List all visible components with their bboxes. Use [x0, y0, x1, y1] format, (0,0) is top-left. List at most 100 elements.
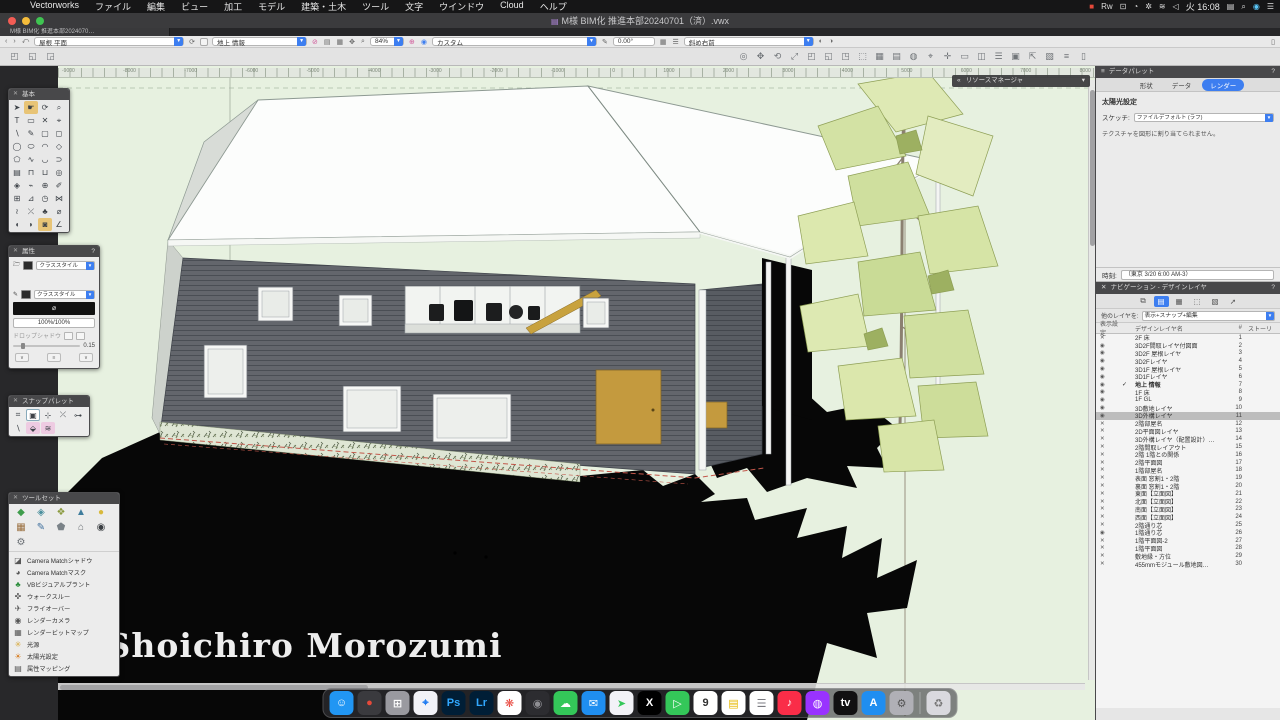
snap-icon[interactable]: ≋ — [41, 422, 55, 434]
visibility-icon[interactable]: ✕ — [1100, 499, 1122, 505]
snap-icon[interactable]: ▣ — [26, 409, 40, 421]
mode-icon[interactable]: ✥ — [754, 51, 767, 62]
close-icon[interactable]: ✕ — [13, 89, 18, 100]
standard-view-dropdown[interactable]: 斜め右前▼ — [684, 37, 814, 46]
menu-item[interactable]: ビュー — [173, 0, 216, 13]
snap-icon[interactable]: ⊹ — [41, 409, 55, 421]
mode-icon[interactable]: ◫ — [975, 51, 988, 62]
control-center-icon[interactable]: ☰ — [1267, 2, 1274, 12]
tool-icon[interactable]: ⤫ — [24, 205, 38, 218]
mode-icon[interactable]: ⇱ — [1026, 51, 1039, 62]
help-icon[interactable]: ? — [1271, 66, 1275, 78]
mode-icon[interactable]: ◍ — [907, 51, 920, 62]
visibility-icon[interactable]: ✕ — [1100, 444, 1122, 450]
visibility-icon[interactable]: ✕ — [1100, 428, 1122, 434]
zoom-level-field[interactable]: 84%▼ — [370, 37, 404, 46]
nav-tab-icon[interactable]: ▧ — [1208, 296, 1223, 307]
mode-icon[interactable]: ◲ — [44, 51, 57, 62]
tool-icon[interactable]: ◙ — [38, 218, 52, 231]
mode-icon[interactable]: ◰ — [805, 51, 818, 62]
tool-icon[interactable]: ∖ — [10, 127, 24, 140]
visibility-icon[interactable]: ✕ — [1100, 538, 1122, 544]
mode-icon[interactable]: ◱ — [26, 51, 39, 62]
visibility-icon[interactable]: ◉ — [1100, 366, 1122, 372]
toolset-category-icon[interactable]: ⬟ — [51, 520, 71, 535]
tool-icon[interactable]: ≀ — [10, 205, 24, 218]
tool-icon[interactable]: ⌕ — [52, 101, 66, 114]
rotate-icon[interactable]: ✎ — [601, 38, 609, 46]
nav-tab-icon[interactable]: ▤ — [1154, 296, 1169, 307]
fill-bucket-icon[interactable]: 🗁 — [13, 260, 20, 270]
visibility-icon[interactable]: ✕ — [1100, 436, 1122, 442]
mode-icon[interactable]: ▤ — [890, 51, 903, 62]
undo-view-icon[interactable]: ⤺ — [21, 38, 30, 46]
visibility-icon[interactable]: ✕ — [1100, 491, 1122, 497]
toolset-category-icon[interactable]: ◈ — [31, 505, 51, 520]
menu-item[interactable]: ヘルプ — [532, 0, 575, 13]
visibility-icon[interactable]: ◉ — [1100, 413, 1122, 419]
time-machine-icon[interactable]: ◔ — [1133, 2, 1138, 11]
photos[interactable]: ❋ — [498, 691, 522, 715]
palette-header[interactable]: ✕ 基本 — [9, 89, 69, 100]
toolset-category-icon[interactable]: ▲ — [71, 505, 91, 520]
settings[interactable]: ⚙ — [890, 691, 914, 715]
tool-icon[interactable]: ⊃ — [52, 153, 66, 166]
mode-icon[interactable]: ▣ — [1009, 51, 1022, 62]
finder[interactable]: ☺ — [330, 691, 354, 715]
toolset-item[interactable]: ✜ ウォークスルー — [9, 590, 119, 602]
layers-icon[interactable]: ▤ — [323, 38, 332, 46]
tool-icon[interactable]: ⊞ — [10, 192, 24, 205]
toolset-item[interactable]: ♣ VBビジュアルプラント — [9, 578, 119, 590]
mode-icon[interactable]: ◱ — [822, 51, 835, 62]
visibility-icon[interactable]: ◉ — [1100, 374, 1122, 380]
menu-item[interactable]: Cloud — [492, 0, 532, 13]
toolset-item[interactable]: ◪ Camera Matchシャドウ — [9, 554, 119, 566]
visibility-icon[interactable]: ◉ — [1100, 358, 1122, 364]
visibility-icon[interactable]: ✕ — [1100, 421, 1122, 427]
render-mode-dropdown[interactable]: カスタム▼ — [432, 37, 597, 46]
time-field[interactable]: （東京 3/20 6:00 AM-3） — [1121, 270, 1274, 280]
tool-icon[interactable]: ∠ — [52, 218, 66, 231]
toolset-item[interactable]: ◕ Camera Matchマスク — [9, 566, 119, 578]
visibility-icon[interactable]: ◉ — [1100, 343, 1122, 349]
visibility-icon[interactable]: ✕ — [1100, 467, 1122, 473]
visibility-icon[interactable]: ✕ — [1100, 553, 1122, 559]
tool-icon[interactable]: ◈ — [10, 179, 24, 192]
messages[interactable]: ☁ — [554, 691, 578, 715]
tool-icon[interactable]: ♣ — [38, 205, 52, 218]
visibility-icon[interactable]: ◉ — [1100, 405, 1122, 411]
layer-options-checkbox[interactable] — [200, 38, 208, 46]
notes[interactable]: ▤ — [722, 691, 746, 715]
pen-icon[interactable]: ✎ — [13, 291, 18, 298]
3d-model-view[interactable] — [58, 66, 1095, 720]
menu-icon[interactable]: ≡ — [1101, 66, 1105, 78]
password-app-icon[interactable]: ■ — [1089, 2, 1094, 11]
calendar[interactable]: 9 — [694, 691, 718, 715]
visibility-icon[interactable]: ✕ — [1100, 514, 1122, 520]
menu-item[interactable]: ファイル — [87, 0, 139, 13]
tool-icon[interactable]: ◎ — [52, 166, 66, 179]
saved-view-dropdown[interactable]: 屋根 平面▼ — [34, 37, 184, 46]
snap-icon[interactable]: ∖ — [11, 422, 25, 434]
document-tab[interactable]: M様 BIM化 推進本部2024070… — [0, 28, 170, 36]
fill-swatch[interactable] — [23, 261, 33, 270]
mode-icon[interactable]: ▧ — [1043, 51, 1056, 62]
tool-icon[interactable]: ☛ — [24, 101, 38, 114]
close-icon[interactable]: ✕ — [13, 396, 18, 407]
view-angle-field[interactable]: 0.00° — [613, 37, 655, 46]
grid-icon[interactable]: ▦ — [659, 38, 668, 46]
attr-menu-center[interactable]: ≡ — [47, 353, 61, 362]
mode-icon[interactable]: ◎ — [737, 51, 750, 62]
bluetooth-icon[interactable]: ✲ — [1145, 2, 1152, 11]
tool-icon[interactable]: ⬠ — [10, 153, 24, 166]
snap-icon[interactable]: ⊶ — [71, 409, 85, 421]
data-palette-header[interactable]: ≡ データパレット ? — [1096, 66, 1280, 78]
lightroom[interactable]: Lr — [470, 691, 494, 715]
mode-icon[interactable]: ⤢ — [788, 51, 801, 62]
tool-icon[interactable]: ◻ — [52, 127, 66, 140]
mode-icon[interactable]: ≡ — [1060, 51, 1073, 62]
zoom-out-icon[interactable]: ⌕ — [360, 38, 366, 46]
palette-header[interactable]: ✕ 属性 ? — [9, 246, 99, 257]
toolset-category-icon[interactable]: ❖ — [51, 505, 71, 520]
tab-data[interactable]: データ — [1164, 79, 1200, 91]
